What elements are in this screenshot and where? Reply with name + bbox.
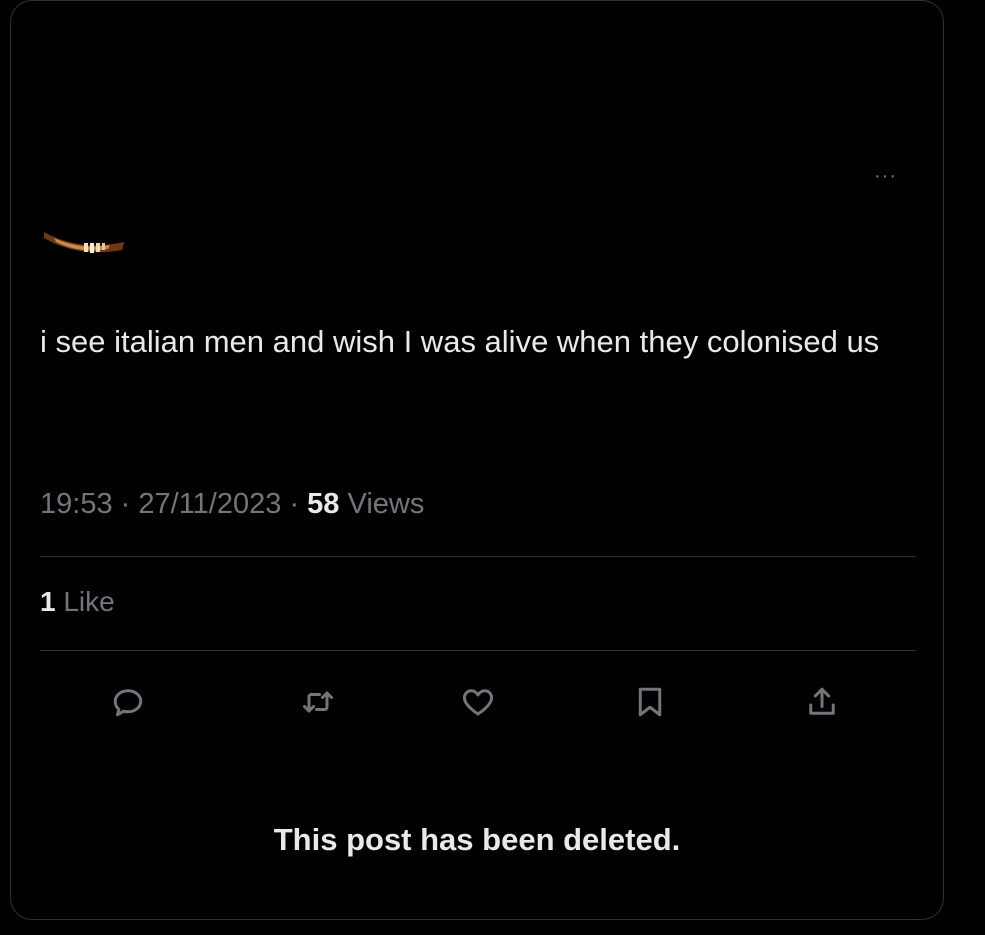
deleted-notice: This post has been deleted. — [273, 822, 681, 857]
likes-count: 1 — [40, 586, 56, 617]
share-icon — [809, 687, 835, 715]
repost-button[interactable] — [298, 682, 338, 722]
meta-separator: · — [289, 488, 300, 520]
post-date[interactable]: 27/11/2023 — [138, 488, 281, 520]
post-time[interactable]: 19:53 — [40, 488, 113, 520]
more-options-icon[interactable]: ··· — [874, 166, 897, 186]
like-button[interactable] — [458, 682, 498, 722]
likes-summary[interactable]: 1 Like — [40, 586, 115, 618]
divider — [40, 556, 916, 557]
bookmark-button[interactable] — [630, 682, 670, 722]
avatar[interactable] — [44, 212, 130, 258]
post-card — [10, 0, 944, 920]
post-meta: 19:53 · 27/11/2023 · 58 Views — [40, 488, 424, 521]
reply-button[interactable] — [108, 682, 148, 722]
views-label: Views — [347, 488, 425, 520]
share-button[interactable] — [802, 682, 842, 722]
bookmark-icon — [638, 687, 662, 717]
like-icon — [463, 689, 493, 716]
views-count: 58 — [307, 488, 340, 520]
post-text: i see italian men and wish I was alive w… — [40, 324, 880, 359]
meta-separator: · — [120, 488, 131, 520]
repost-icon — [303, 691, 333, 713]
likes-label: Like — [63, 586, 115, 617]
reply-icon — [113, 689, 143, 717]
divider — [40, 650, 916, 651]
